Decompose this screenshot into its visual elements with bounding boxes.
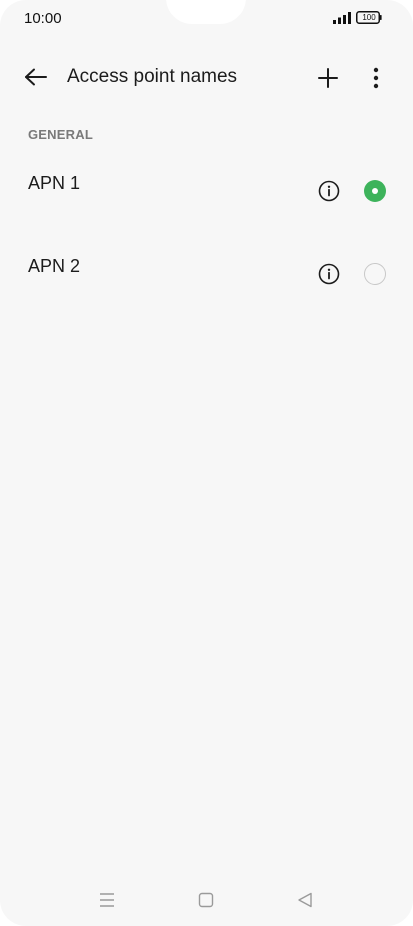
square-icon[interactable]	[196, 890, 216, 910]
apn-list-item[interactable]: APN 2	[0, 233, 413, 315]
apn-radio-selected[interactable]	[364, 180, 386, 202]
status-time: 10:00	[24, 10, 62, 27]
apn-info-button[interactable]	[318, 263, 340, 285]
menu-lines-icon[interactable]	[96, 890, 118, 910]
apn-info-button[interactable]	[318, 180, 340, 202]
radio-dot	[372, 188, 378, 194]
battery-level: 100	[362, 13, 376, 22]
phone-screen: 10:00 100 Access point names GENERAL APN…	[0, 0, 413, 926]
plus-icon	[318, 68, 338, 88]
page-title: Access point names	[67, 66, 238, 87]
signal-icon	[333, 12, 351, 24]
apn-name: APN 2	[28, 256, 81, 276]
status-bar: 10:00 100	[0, 0, 413, 36]
add-apn-button[interactable]	[314, 64, 342, 92]
more-options-button[interactable]	[364, 64, 388, 92]
apn-radio-unselected[interactable]	[364, 263, 386, 285]
info-icon	[318, 263, 340, 285]
section-header: GENERAL	[28, 127, 93, 142]
info-icon	[318, 180, 340, 202]
back-button[interactable]	[20, 64, 52, 90]
system-nav-bar	[0, 880, 413, 920]
apn-list-item[interactable]: APN 1	[0, 150, 413, 232]
more-vertical-icon	[373, 67, 379, 89]
triangle-left-icon[interactable]	[295, 890, 315, 910]
arrow-left-icon	[25, 68, 47, 86]
app-bar: Access point names	[0, 52, 413, 102]
apn-name: APN 1	[28, 173, 81, 193]
